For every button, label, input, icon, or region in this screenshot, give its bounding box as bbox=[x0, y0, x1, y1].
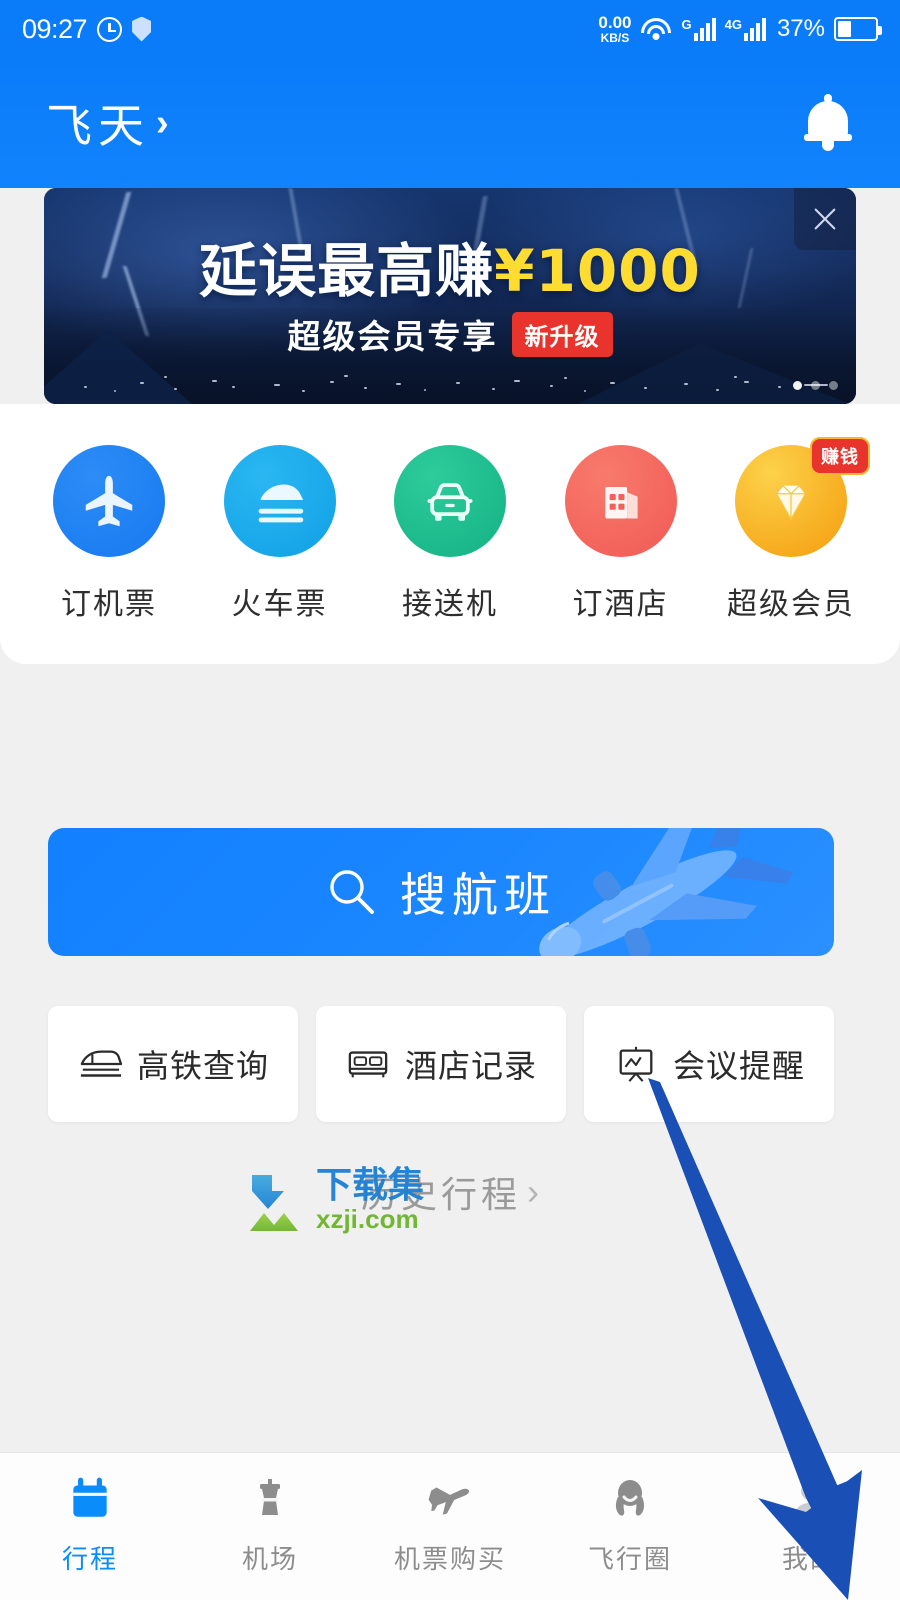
nav-item-flight-circle[interactable]: 飞行圈 bbox=[545, 1471, 715, 1576]
history-trips-label: 历史行程 bbox=[360, 1175, 521, 1216]
signal-g-indicator: G bbox=[681, 17, 716, 41]
search-flight-button[interactable]: 搜航班 bbox=[48, 828, 834, 956]
signal-4g-indicator: 4G bbox=[725, 17, 766, 41]
app-header: 飞天 › bbox=[0, 58, 900, 188]
banner-badge: 新升级 bbox=[511, 311, 613, 357]
calendar-icon bbox=[63, 1471, 117, 1527]
close-icon[interactable] bbox=[794, 188, 856, 250]
quick-action-airport-transfer[interactable]: 接送机 bbox=[387, 445, 513, 623]
nav-item-buy-ticket[interactable]: 机票购买 bbox=[365, 1471, 535, 1576]
brand-name: 飞天 bbox=[46, 99, 150, 153]
nav-label: 机票购买 bbox=[393, 1545, 506, 1575]
train-icon bbox=[223, 445, 336, 557]
banner-headline-amount: ¥1000 bbox=[494, 237, 701, 305]
brand-button[interactable]: 飞天 › bbox=[46, 90, 169, 156]
nav-label: 行程 bbox=[61, 1545, 118, 1575]
banner-city-lights bbox=[44, 372, 856, 398]
hotel-icon bbox=[564, 445, 677, 557]
airplane-icon bbox=[423, 1471, 477, 1527]
quick-actions-card: 订机票 火车票 接送机 订酒店 赚钱 超级会员 bbox=[0, 404, 900, 664]
status-bar-left: 09:27 bbox=[22, 13, 152, 45]
nav-label: 我的 bbox=[781, 1545, 838, 1575]
shortcut-label: 高铁查询 bbox=[136, 1047, 269, 1085]
high-speed-train-icon bbox=[80, 1050, 123, 1077]
nav-item-trips[interactable]: 行程 bbox=[5, 1471, 175, 1576]
bell-icon[interactable] bbox=[802, 94, 854, 151]
shortcut-label: 会议提醒 bbox=[672, 1047, 805, 1085]
shortcut-high-speed-train[interactable]: 高铁查询 bbox=[48, 1006, 298, 1122]
quick-action-label: 接送机 bbox=[402, 587, 498, 622]
quick-action-label: 超级会员 bbox=[727, 587, 855, 622]
shortcut-label: 酒店记录 bbox=[404, 1047, 537, 1085]
signal-g-label: G bbox=[681, 17, 692, 32]
presentation-board-icon bbox=[619, 1046, 653, 1082]
chevron-right-icon: › bbox=[156, 102, 169, 144]
alarm-clock-icon bbox=[97, 16, 123, 42]
status-time: 09:27 bbox=[22, 13, 88, 44]
banner-subtitle: 超级会员专享 bbox=[287, 317, 498, 356]
app-screen: 09:27 0.00 KB/S G 4G 37% 飞天 › 延误最高赚¥1000… bbox=[0, 0, 900, 1600]
chevron-right-icon: › bbox=[527, 1171, 539, 1212]
shield-icon bbox=[132, 16, 152, 42]
banner-headline: 延误最高赚¥1000 bbox=[44, 224, 856, 308]
earn-money-badge: 赚钱 bbox=[810, 437, 870, 475]
signal-bars-2 bbox=[743, 17, 766, 41]
wifi-icon bbox=[640, 17, 672, 41]
status-bar: 09:27 0.00 KB/S G 4G 37% bbox=[0, 0, 900, 58]
history-trips-link[interactable]: 历史行程 › bbox=[0, 1166, 900, 1218]
banner-headline-main: 延误最高赚 bbox=[199, 237, 495, 305]
promo-banner[interactable]: 延误最高赚¥1000 超级会员专享 新升级 bbox=[44, 188, 856, 404]
car-icon bbox=[394, 445, 506, 557]
shortcut-meeting-reminder[interactable]: 会议提醒 bbox=[584, 1006, 834, 1122]
quick-action-label: 火车票 bbox=[231, 587, 328, 622]
nav-label: 飞行圈 bbox=[587, 1545, 672, 1575]
nav-item-profile[interactable]: 我的 bbox=[725, 1471, 895, 1576]
profile-icon bbox=[783, 1471, 837, 1527]
shortcut-card-row: 高铁查询 酒店记录 会议提醒 bbox=[48, 1006, 834, 1122]
search-flight-label: 搜航班 bbox=[400, 868, 556, 922]
quick-action-label: 订机票 bbox=[61, 587, 157, 622]
banner-subline: 超级会员专享 新升级 bbox=[44, 310, 856, 358]
status-bar-right: 0.00 KB/S G 4G 37% bbox=[598, 14, 882, 44]
airplane-icon bbox=[53, 445, 165, 557]
community-icon bbox=[603, 1471, 657, 1527]
nav-item-airport[interactable]: 机场 bbox=[185, 1471, 355, 1576]
battery-percent: 37% bbox=[776, 15, 825, 42]
network-speed-unit: KB/S bbox=[600, 31, 630, 45]
bed-icon bbox=[348, 1051, 388, 1078]
search-icon bbox=[330, 870, 374, 914]
signal-4g-label: 4G bbox=[724, 17, 742, 32]
bottom-navigation: 行程 机场 机票购买 飞行圈 我的 bbox=[0, 1452, 900, 1600]
banner-carousel-dots[interactable] bbox=[793, 381, 838, 390]
quick-action-super-member[interactable]: 赚钱 超级会员 bbox=[727, 437, 870, 623]
shortcut-hotel-records[interactable]: 酒店记录 bbox=[316, 1006, 566, 1122]
quick-action-flight-ticket[interactable]: 订机票 bbox=[46, 445, 172, 623]
quick-action-label: 订酒店 bbox=[572, 587, 669, 622]
battery-icon bbox=[834, 17, 882, 41]
signal-bars-1 bbox=[693, 17, 716, 41]
nav-label: 机场 bbox=[241, 1545, 298, 1575]
close-glyph bbox=[814, 208, 836, 230]
network-speed-value: 0.00 bbox=[598, 13, 632, 32]
control-tower-icon bbox=[243, 1471, 297, 1527]
quick-action-hotel[interactable]: 订酒店 bbox=[558, 445, 684, 623]
network-speed-indicator: 0.00 KB/S bbox=[598, 14, 631, 44]
quick-action-train-ticket[interactable]: 火车票 bbox=[217, 445, 343, 623]
